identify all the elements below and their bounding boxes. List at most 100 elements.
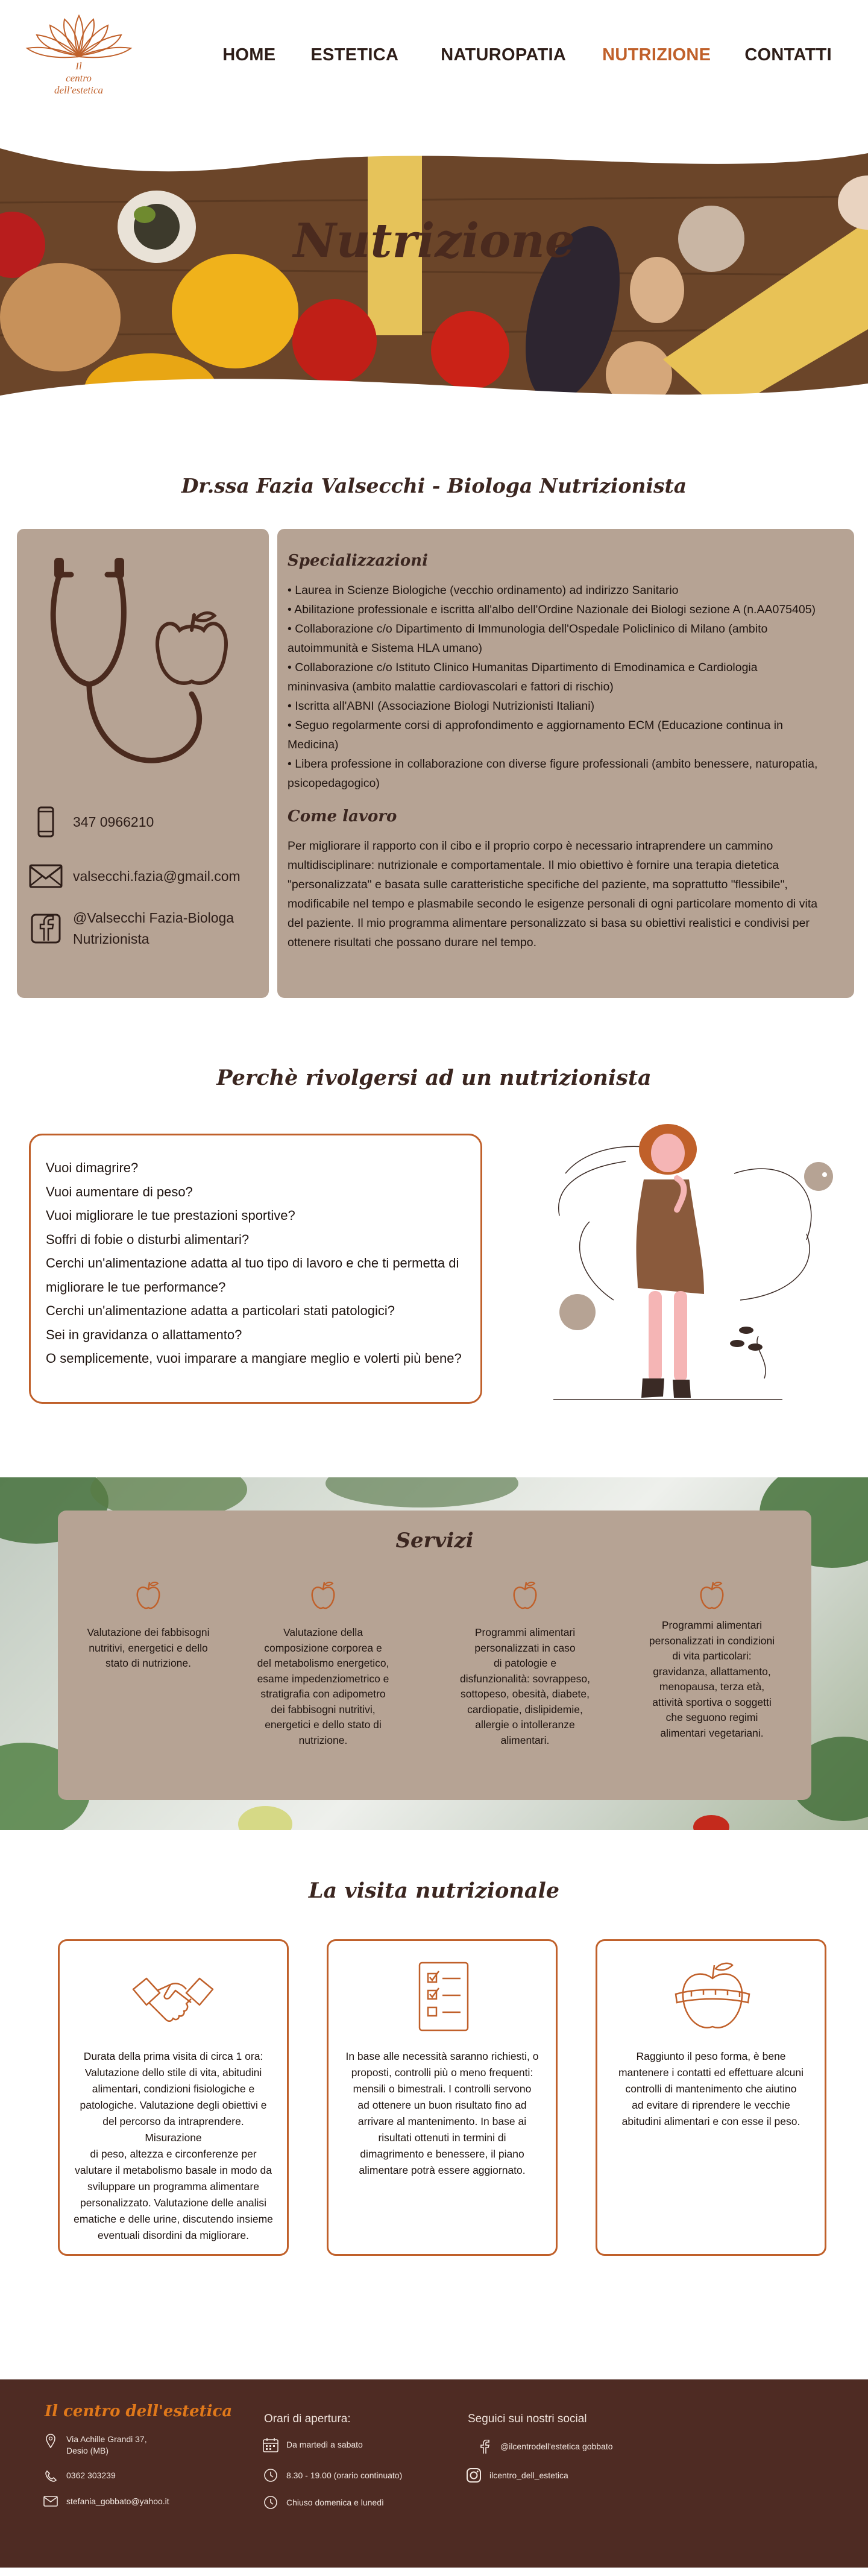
- doctor-section: 347 0966210 valsecchi.fazia@gmail.com @V…: [0, 529, 868, 1005]
- visit-line: controlli di mantenimento che aiutino: [625, 2083, 797, 2095]
- contact-phone[interactable]: 347 0966210: [28, 804, 154, 840]
- service-line: Valutazione della: [283, 1626, 363, 1638]
- service-line: personalizzati in caso: [474, 1641, 576, 1654]
- visit-line: abitudini alimentari e con esse il peso.: [621, 2115, 800, 2127]
- hours-title: Orari di apertura:: [264, 2413, 351, 2425]
- spec-line: • Laurea in Scienze Biologiche (vecchio …: [288, 584, 679, 597]
- main-nav: HOME ESTETICA NATUROPATIA NUTRIZIONE CON…: [222, 45, 832, 65]
- thinking-woman-illustration: [553, 1124, 833, 1400]
- spec-line: • Seguo regolarmente corsi di approfondi…: [288, 719, 783, 732]
- service-line: che seguono regimi: [665, 1711, 758, 1723]
- hero-top-wave: [0, 130, 868, 172]
- question-item: Soffri di fobie o disturbi alimentari?: [46, 1231, 250, 1247]
- footer-facebook[interactable]: @ilcentrodell'estetica gobbato: [476, 2440, 613, 2454]
- nav-naturopatia[interactable]: NATUROPATIA: [441, 45, 566, 65]
- service-line: sottopeso, obesità, diabete,: [460, 1688, 590, 1700]
- visit-line: mantenere i contatti ed effettuare alcun…: [618, 2066, 804, 2079]
- hero-banner: Nutrizione: [0, 130, 868, 417]
- service-line: stato di nutrizione.: [105, 1657, 192, 1669]
- visit-line: sviluppare un programma alimentare: [87, 2180, 259, 2192]
- visit-card: Durata della prima visita di circa 1 ora…: [58, 1939, 289, 2256]
- contact-facebook-text: @Valsecchi Fazia-Biologa Nutrizionista: [73, 908, 234, 950]
- spec-line: • Libera professione in collaborazione c…: [288, 757, 818, 771]
- footer-phone[interactable]: 0362 303239: [42, 2470, 116, 2482]
- spec-line: • Collaborazione c/o Dipartimento di Imm…: [288, 622, 768, 636]
- work-line: multidisciplinare: nutrizionale e compor…: [288, 859, 779, 872]
- visit-line: In base alle necessità saranno richiesti…: [345, 2050, 539, 2062]
- work-line: "personalizzata" e basata sulle caratter…: [288, 878, 788, 891]
- apple-icon: [136, 1582, 160, 1609]
- work-line: Per migliorare il rapporto con il cibo e…: [288, 839, 773, 853]
- site-logo[interactable]: Il centro dell'estetica: [23, 13, 134, 98]
- facebook-icon: [476, 2440, 493, 2454]
- service-line: di vita particolari:: [672, 1650, 752, 1662]
- visit-card-text: In base alle necessità saranno richiesti…: [342, 2048, 542, 2179]
- service-line: energetici e dello stato di: [265, 1719, 382, 1731]
- contact-facebook[interactable]: @Valsecchi Fazia-Biologa Nutrizionista: [28, 908, 234, 950]
- logo-line-1: Il: [75, 60, 82, 72]
- service-text: Programmi alimentari personalizzati in c…: [637, 1618, 787, 1741]
- visit-line: di peso, altezza e circonferenze per: [90, 2148, 257, 2160]
- footer-email[interactable]: stefania_gobbato@yahoo.it: [42, 2496, 169, 2507]
- address-line-1: Via Achille Grandi 37,: [66, 2434, 147, 2444]
- instagram-icon: [465, 2467, 482, 2483]
- perche-title: Perchè rivolgersi ad un nutrizionista: [216, 1065, 652, 1090]
- facebook-line-2: Nutrizionista: [73, 931, 149, 947]
- work-title: Come lavoro: [288, 807, 397, 826]
- visit-card-text: Raggiunto il peso forma, è bene mantener…: [611, 2048, 811, 2130]
- mail-icon: [42, 2496, 59, 2507]
- spec-line: autoimmunità e Sistema HLA umano): [288, 642, 482, 655]
- footer-closed-text: Chiuso domenica e lunedì: [286, 2498, 384, 2507]
- service-line: Valutazione dei fabbisogni: [87, 1626, 210, 1638]
- visit-line: Raggiunto il peso forma, è bene: [636, 2050, 786, 2062]
- service-item: Valutazione dei fabbisogni nutritivi, en…: [73, 1580, 224, 1672]
- clock-icon: [262, 2495, 279, 2510]
- apple-icon: [311, 1582, 335, 1609]
- doctor-title: Dr.ssa Fazia Valsecchi - Biologa Nutrizi…: [181, 474, 687, 497]
- servizi-section: Servizi Valutazione dei fabbisogni nutri…: [0, 1477, 868, 1830]
- question-item: Vuoi migliorare le tue prestazioni sport…: [46, 1208, 295, 1223]
- questions-list: Vuoi dimagrire? Vuoi aumentare di peso? …: [46, 1156, 480, 1371]
- nav-home[interactable]: HOME: [222, 45, 275, 65]
- apple-icon: [513, 1582, 537, 1609]
- logo-line-3: dell'estetica: [54, 84, 104, 96]
- facebook-icon: [28, 911, 64, 947]
- contact-email[interactable]: valsecchi.fazia@gmail.com: [28, 858, 241, 894]
- footer-address[interactable]: Via Achille Grandi 37, Desio (MB): [42, 2434, 147, 2457]
- service-line: stratigrafia con adipometro: [260, 1688, 386, 1700]
- spec-line: • Iscritta all'ABNI (Associazione Biolog…: [288, 699, 595, 713]
- spec-list: • Laurea in Scienze Biologiche (vecchio …: [288, 581, 835, 793]
- visit-card-text: Durata della prima visita di circa 1 ora…: [73, 2048, 274, 2244]
- service-item: Programmi alimentari personalizzati in c…: [450, 1580, 600, 1748]
- question-item: migliorare le tue performance?: [46, 1279, 226, 1295]
- facebook-line-1: @Valsecchi Fazia-Biologa: [73, 910, 234, 926]
- stethoscope-apple-icon: [50, 558, 228, 763]
- contact-card: 347 0966210 valsecchi.fazia@gmail.com @V…: [17, 529, 269, 998]
- checklist-icon: [418, 1962, 469, 2031]
- visit-line: arrivare al mantenimento. In base ai: [357, 2115, 527, 2127]
- footer-phone-text: 0362 303239: [66, 2470, 116, 2480]
- nav-estetica[interactable]: ESTETICA: [310, 45, 398, 65]
- hero-bottom-wave: [0, 379, 868, 417]
- footer-instagram[interactable]: ilcentro_dell_estetica: [465, 2467, 568, 2483]
- logo-line-2: centro: [66, 72, 92, 84]
- nav-nutrizione[interactable]: NUTRIZIONE: [602, 45, 711, 65]
- footer-closed: Chiuso domenica e lunedì: [262, 2495, 384, 2510]
- service-line: menopausa, terza età,: [659, 1681, 765, 1693]
- social-title: Seguici sui nostri social: [468, 2413, 587, 2425]
- spec-line: mininvasiva (ambito malattie cardiovasco…: [288, 680, 614, 693]
- work-text: Per migliorare il rapporto con il cibo e…: [288, 836, 835, 952]
- footer-email-text: stefania_gobbato@yahoo.it: [66, 2496, 169, 2506]
- work-line: modificabile nel tempo e plasmabile seco…: [288, 897, 818, 911]
- visita-section: Durata della prima visita di circa 1 ora…: [0, 1939, 868, 2265]
- footer-brand[interactable]: Il centro dell'estetica: [45, 2402, 232, 2420]
- visita-title: La visita nutrizionale: [308, 1878, 560, 1903]
- spec-line: Medicina): [288, 738, 339, 751]
- service-line: esame impedenziometrico e: [257, 1672, 389, 1685]
- visit-line: alimentari, condizioni fisiologiche e: [92, 2083, 255, 2095]
- footer-facebook-text: @ilcentrodell'estetica gobbato: [500, 2442, 613, 2451]
- address-line-2: Desio (MB): [66, 2446, 109, 2455]
- work-line: ottenere risultati che possano durare ne…: [288, 936, 536, 949]
- profile-card: Specializzazioni • Laurea in Scienze Bio…: [277, 529, 854, 998]
- nav-contatti[interactable]: CONTATTI: [744, 45, 832, 65]
